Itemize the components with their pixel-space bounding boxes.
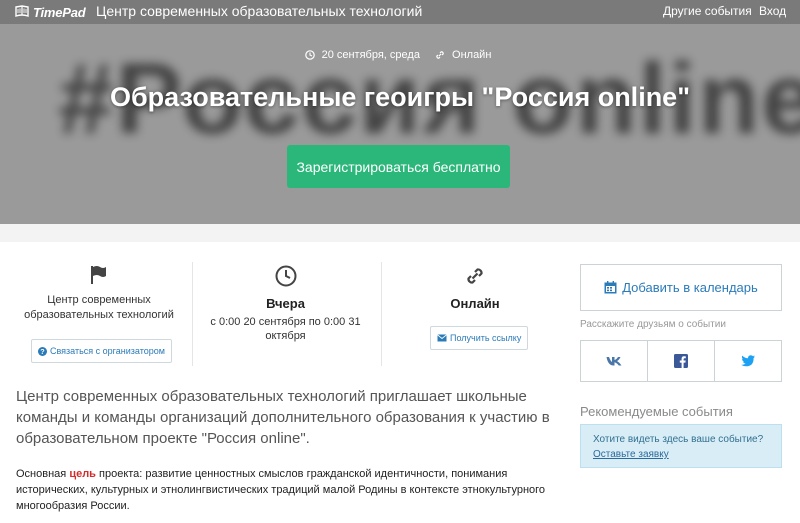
get-link-label: Получить ссылку [450, 333, 522, 343]
add-to-calendar-label: Добавить в календарь [622, 280, 758, 295]
goal-text: проекта: развитие ценностных смыслов гра… [16, 468, 546, 512]
hero-bottom-strip [0, 224, 800, 242]
event-place-info: Онлайн Получить ссылку [381, 262, 568, 366]
event-goal-paragraph: Основная цель проекта: развитие ценностн… [16, 466, 564, 514]
calendar-icon [604, 281, 617, 294]
event-time-info: Вчера с 0:00 20 сентября по 0:00 31 октя… [192, 262, 378, 366]
event-time-heading: Вчера [266, 296, 305, 311]
top-navigation-bar: TimePad Центр современных образовательны… [0, 0, 800, 24]
share-buttons [580, 340, 782, 382]
share-twitter-button[interactable] [714, 341, 781, 381]
event-title: Образовательные геоигры "Россия online" [110, 82, 690, 112]
event-hero: #Россия online 20 сентября, среда Онлайн… [0, 24, 800, 224]
twitter-icon [741, 355, 755, 367]
question-icon: ? [38, 346, 47, 356]
share-facebook-button[interactable] [647, 341, 714, 381]
timepad-logo[interactable]: TimePad [14, 4, 86, 20]
link-icon [467, 268, 483, 284]
envelope-icon [437, 334, 447, 342]
other-events-link[interactable]: Другие события [663, 4, 752, 18]
goal-prefix: Основная [16, 468, 70, 480]
event-time-detail: с 0:00 20 сентября по 0:00 31 октября [210, 316, 361, 342]
organizer-title[interactable]: Центр современных образовательных технол… [96, 3, 422, 19]
submit-request-link[interactable]: Оставьте заявку [593, 449, 669, 460]
get-link-button[interactable]: Получить ссылку [430, 326, 529, 350]
recommended-events-heading: Рекомендуемые события [580, 404, 733, 419]
vk-icon [606, 357, 622, 366]
contact-organizer-button[interactable]: ? Связаться с организатором [31, 339, 172, 363]
svg-text:?: ? [40, 347, 44, 356]
facebook-icon [674, 354, 688, 368]
event-location: Онлайн [435, 49, 495, 61]
recommended-promo-box: Хотите видеть здесь ваше событие? Оставь… [580, 424, 782, 468]
event-meta: 20 сентября, среда Онлайн [0, 49, 800, 63]
event-description-lead: Центр современных образовательных технол… [16, 388, 550, 447]
event-location-text: Онлайн [452, 49, 492, 61]
add-to-calendar-button[interactable]: Добавить в календарь [580, 264, 782, 311]
contact-organizer-label: Связаться с организатором [50, 346, 165, 356]
timepad-logo-icon [15, 5, 29, 17]
share-vk-button[interactable] [581, 341, 647, 381]
clock-icon [304, 50, 315, 60]
register-button[interactable]: Зарегистрироваться бесплатно [287, 145, 510, 188]
promo-text: Хотите видеть здесь ваше событие? [593, 434, 764, 445]
link-icon [436, 51, 444, 59]
event-date: 20 сентября, среда [304, 49, 424, 61]
clock-icon [275, 265, 296, 287]
login-link[interactable]: Вход [759, 4, 786, 18]
organizer-info: Центр современных образовательных технол… [6, 262, 192, 366]
goal-highlight: цель [69, 468, 96, 480]
organizer-name: Центр современных образовательных технол… [24, 294, 174, 321]
flag-icon [91, 266, 106, 284]
event-place-heading: Онлайн [450, 296, 500, 311]
event-date-text: 20 сентября, среда [321, 49, 420, 61]
share-label: Расскажите друзьям о событии [580, 319, 726, 330]
logo-text: TimePad [33, 4, 86, 20]
